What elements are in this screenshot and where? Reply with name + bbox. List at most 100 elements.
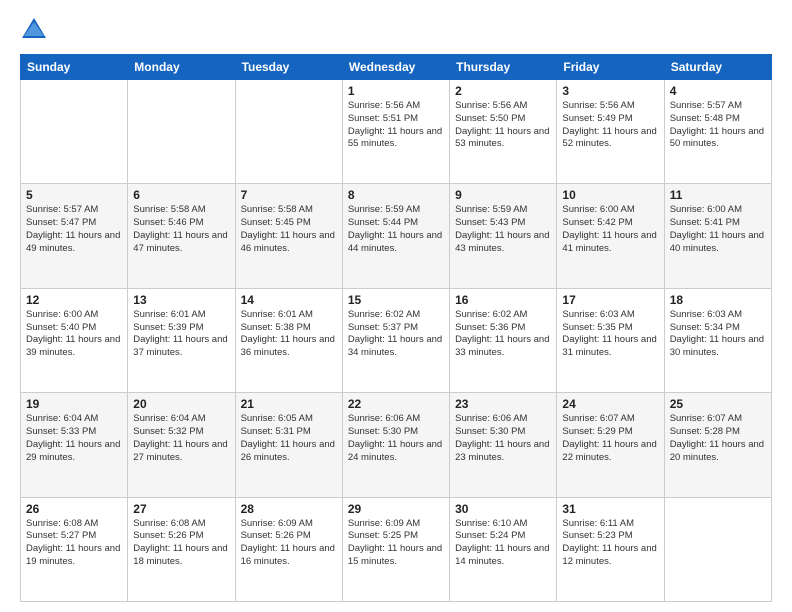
day-info: Sunrise: 5:59 AM Sunset: 5:44 PM Dayligh… [348, 204, 444, 255]
day-info: Sunrise: 5:56 AM Sunset: 5:49 PM Dayligh… [562, 100, 658, 151]
day-number: 12 [26, 293, 122, 307]
day-info: Sunrise: 6:02 AM Sunset: 5:37 PM Dayligh… [348, 309, 444, 360]
day-info: Sunrise: 5:57 AM Sunset: 5:48 PM Dayligh… [670, 100, 766, 151]
day-number: 10 [562, 188, 658, 202]
calendar-cell: 10 Sunrise: 6:00 AM Sunset: 5:42 PM Dayli… [557, 184, 664, 288]
calendar-cell: 29Sunrise: 6:09 AM Sunset: 5:25 PM Dayli… [342, 497, 449, 601]
day-number: 4 [670, 84, 766, 98]
day-info: Sunrise: 6:00 AM Sunset: 5:41 PM Dayligh… [670, 204, 766, 255]
calendar-cell: 12 Sunrise: 6:00 AM Sunset: 5:40 PM Dayli… [21, 288, 128, 392]
calendar-week-5: 26 Sunrise: 6:08 AM Sunset: 5:27 PM Dayli… [21, 497, 772, 601]
day-info: Sunrise: 6:06 AM Sunset: 5:30 PM Dayligh… [455, 413, 551, 464]
day-info: Sunrise: 6:03 AM Sunset: 5:35 PM Dayligh… [562, 309, 658, 360]
day-info: Sunrise: 6:01 AM Sunset: 5:38 PM Dayligh… [241, 309, 337, 360]
weekday-header-sunday: Sunday [21, 55, 128, 80]
weekday-header-monday: Monday [128, 55, 235, 80]
calendar-cell: 28 Sunrise: 6:09 AM Sunset: 5:26 PM Dayli… [235, 497, 342, 601]
calendar-cell: 3 Sunrise: 5:56 AM Sunset: 5:49 PM Daylig… [557, 80, 664, 184]
calendar-cell: 22Sunrise: 6:06 AM Sunset: 5:30 PM Dayli… [342, 393, 449, 497]
day-info: Sunrise: 6:04 AM Sunset: 5:33 PM Dayligh… [26, 413, 122, 464]
calendar-cell [21, 80, 128, 184]
calendar-cell: 18 Sunrise: 6:03 AM Sunset: 5:34 PM Dayli… [664, 288, 771, 392]
day-number: 6 [133, 188, 229, 202]
calendar-week-4: 19 Sunrise: 6:04 AM Sunset: 5:33 PM Dayli… [21, 393, 772, 497]
day-number: 14 [241, 293, 337, 307]
day-number: 2 [455, 84, 551, 98]
calendar-cell: 21 Sunrise: 6:05 AM Sunset: 5:31 PM Dayli… [235, 393, 342, 497]
day-number: 11 [670, 188, 766, 202]
calendar-cell: 5 Sunrise: 5:57 AM Sunset: 5:47 PM Daylig… [21, 184, 128, 288]
day-number: 18 [670, 293, 766, 307]
calendar-cell: 25 Sunrise: 6:07 AM Sunset: 5:28 PM Dayli… [664, 393, 771, 497]
day-number: 27 [133, 502, 229, 516]
day-number: 21 [241, 397, 337, 411]
day-info: Sunrise: 6:08 AM Sunset: 5:26 PM Dayligh… [133, 518, 229, 569]
day-info: Sunrise: 6:03 AM Sunset: 5:34 PM Dayligh… [670, 309, 766, 360]
calendar-cell: 9 Sunrise: 5:59 AM Sunset: 5:43 PM Daylig… [450, 184, 557, 288]
calendar-week-3: 12 Sunrise: 6:00 AM Sunset: 5:40 PM Dayli… [21, 288, 772, 392]
calendar-cell: 1Sunrise: 5:56 AM Sunset: 5:51 PM Daylig… [342, 80, 449, 184]
day-info: Sunrise: 6:07 AM Sunset: 5:29 PM Dayligh… [562, 413, 658, 464]
weekday-header-thursday: Thursday [450, 55, 557, 80]
day-info: Sunrise: 6:02 AM Sunset: 5:36 PM Dayligh… [455, 309, 551, 360]
calendar-cell: 17 Sunrise: 6:03 AM Sunset: 5:35 PM Dayli… [557, 288, 664, 392]
calendar-cell: 31Sunrise: 6:11 AM Sunset: 5:23 PM Dayli… [557, 497, 664, 601]
day-info: Sunrise: 5:57 AM Sunset: 5:47 PM Dayligh… [26, 204, 122, 255]
calendar-cell: 27 Sunrise: 6:08 AM Sunset: 5:26 PM Dayli… [128, 497, 235, 601]
logo-icon [20, 16, 48, 44]
day-info: Sunrise: 5:56 AM Sunset: 5:50 PM Dayligh… [455, 100, 551, 151]
header [20, 16, 772, 44]
calendar-cell: 14 Sunrise: 6:01 AM Sunset: 5:38 PM Dayli… [235, 288, 342, 392]
day-info: Sunrise: 6:07 AM Sunset: 5:28 PM Dayligh… [670, 413, 766, 464]
weekday-header-tuesday: Tuesday [235, 55, 342, 80]
calendar-cell: 16 Sunrise: 6:02 AM Sunset: 5:36 PM Dayli… [450, 288, 557, 392]
day-info: Sunrise: 6:11 AM Sunset: 5:23 PM Dayligh… [562, 518, 658, 569]
calendar-cell: 13Sunrise: 6:01 AM Sunset: 5:39 PM Dayli… [128, 288, 235, 392]
calendar-cell [664, 497, 771, 601]
day-number: 20 [133, 397, 229, 411]
calendar-cell: 20 Sunrise: 6:04 AM Sunset: 5:32 PM Dayli… [128, 393, 235, 497]
day-info: Sunrise: 6:00 AM Sunset: 5:42 PM Dayligh… [562, 204, 658, 255]
day-number: 23 [455, 397, 551, 411]
calendar-cell: 26 Sunrise: 6:08 AM Sunset: 5:27 PM Dayli… [21, 497, 128, 601]
calendar-cell: 23 Sunrise: 6:06 AM Sunset: 5:30 PM Dayli… [450, 393, 557, 497]
calendar-cell: 4 Sunrise: 5:57 AM Sunset: 5:48 PM Daylig… [664, 80, 771, 184]
calendar-cell: 19 Sunrise: 6:04 AM Sunset: 5:33 PM Dayli… [21, 393, 128, 497]
day-number: 1 [348, 84, 444, 98]
day-info: Sunrise: 6:09 AM Sunset: 5:25 PM Dayligh… [348, 518, 444, 569]
calendar-table: SundayMondayTuesdayWednesdayThursdayFrid… [20, 54, 772, 602]
day-number: 26 [26, 502, 122, 516]
calendar-cell: 6Sunrise: 5:58 AM Sunset: 5:46 PM Daylig… [128, 184, 235, 288]
day-number: 3 [562, 84, 658, 98]
day-number: 16 [455, 293, 551, 307]
day-number: 19 [26, 397, 122, 411]
calendar-cell: 24 Sunrise: 6:07 AM Sunset: 5:29 PM Dayli… [557, 393, 664, 497]
calendar-cell: 15 Sunrise: 6:02 AM Sunset: 5:37 PM Dayli… [342, 288, 449, 392]
day-number: 5 [26, 188, 122, 202]
day-info: Sunrise: 6:10 AM Sunset: 5:24 PM Dayligh… [455, 518, 551, 569]
day-info: Sunrise: 6:08 AM Sunset: 5:27 PM Dayligh… [26, 518, 122, 569]
calendar-cell: 30 Sunrise: 6:10 AM Sunset: 5:24 PM Dayli… [450, 497, 557, 601]
day-info: Sunrise: 6:09 AM Sunset: 5:26 PM Dayligh… [241, 518, 337, 569]
day-number: 30 [455, 502, 551, 516]
day-info: Sunrise: 6:06 AM Sunset: 5:30 PM Dayligh… [348, 413, 444, 464]
day-number: 28 [241, 502, 337, 516]
calendar-cell: 11 Sunrise: 6:00 AM Sunset: 5:41 PM Dayli… [664, 184, 771, 288]
day-info: Sunrise: 6:00 AM Sunset: 5:40 PM Dayligh… [26, 309, 122, 360]
day-number: 24 [562, 397, 658, 411]
calendar-cell: 8 Sunrise: 5:59 AM Sunset: 5:44 PM Daylig… [342, 184, 449, 288]
page: SundayMondayTuesdayWednesdayThursdayFrid… [0, 0, 792, 612]
calendar-week-2: 5 Sunrise: 5:57 AM Sunset: 5:47 PM Daylig… [21, 184, 772, 288]
day-number: 17 [562, 293, 658, 307]
weekday-header-friday: Friday [557, 55, 664, 80]
day-number: 15 [348, 293, 444, 307]
weekday-header-saturday: Saturday [664, 55, 771, 80]
day-number: 9 [455, 188, 551, 202]
day-number: 25 [670, 397, 766, 411]
day-info: Sunrise: 6:05 AM Sunset: 5:31 PM Dayligh… [241, 413, 337, 464]
calendar-cell: 2 Sunrise: 5:56 AM Sunset: 5:50 PM Daylig… [450, 80, 557, 184]
day-info: Sunrise: 5:59 AM Sunset: 5:43 PM Dayligh… [455, 204, 551, 255]
calendar-cell [128, 80, 235, 184]
day-info: Sunrise: 6:04 AM Sunset: 5:32 PM Dayligh… [133, 413, 229, 464]
day-number: 8 [348, 188, 444, 202]
